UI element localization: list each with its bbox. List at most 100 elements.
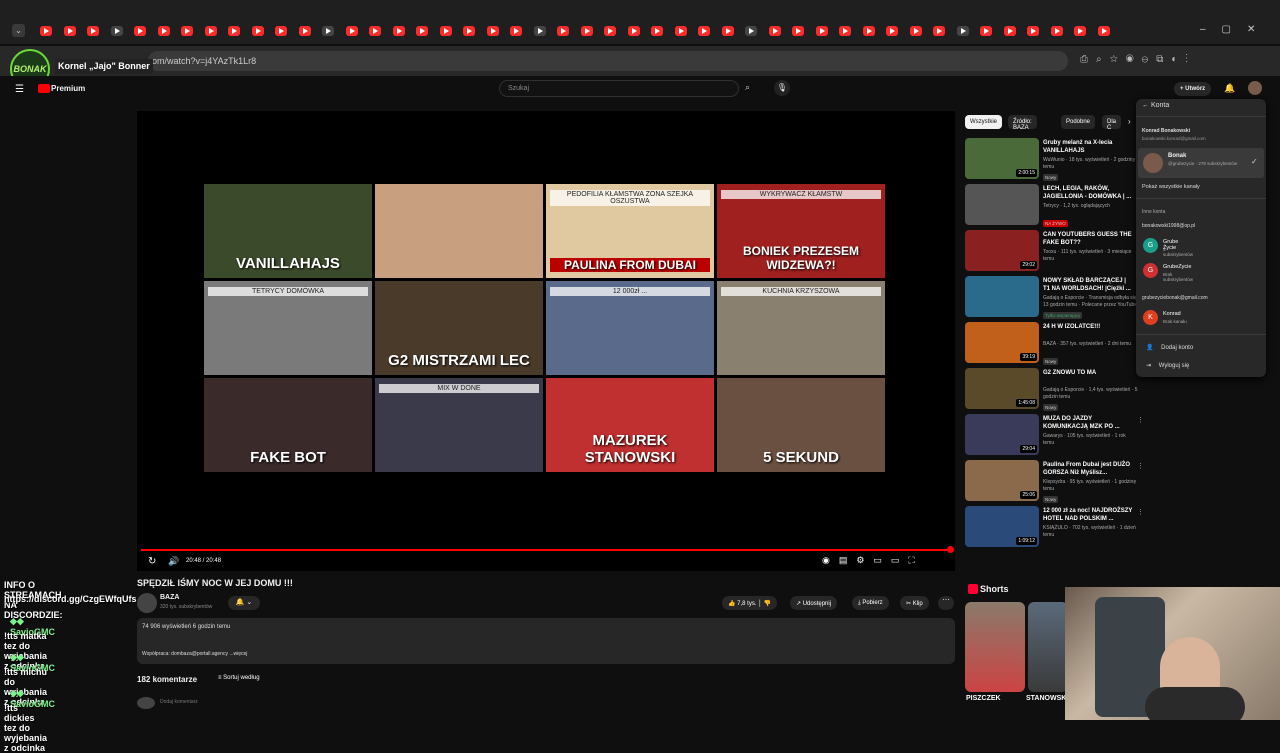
progress-bar[interactable] <box>141 549 951 551</box>
browser-tab[interactable] <box>956 26 969 36</box>
progress-scrubber[interactable] <box>947 546 954 553</box>
related-video-item[interactable]: 25:06 Paulina From Dubai jest DUŻO GORSZA… <box>965 460 1144 503</box>
replay-icon[interactable]: ↻ <box>148 556 156 567</box>
related-video-item[interactable]: NOWY SKŁAD BARCZĄCEJ | T1 NA WORLDSACH! … <box>965 276 1144 319</box>
related-video-item[interactable]: 29:04 MUZA DO JAZDY KOMUNIKACJĄ MZK PO ..… <box>965 414 1144 456</box>
filter-chip[interactable]: Wszystkie <box>965 115 1002 129</box>
browser-tab[interactable] <box>157 26 170 36</box>
show-all-channels-link[interactable]: Pokaż wszystkie kanały <box>1142 184 1200 190</box>
search-icon[interactable]: ⌕ <box>745 82 750 93</box>
clip-button[interactable]: ✂ Klip <box>900 596 929 610</box>
window-controls[interactable]: –▢✕ <box>1200 24 1280 38</box>
video-thumbnail[interactable] <box>965 276 1039 317</box>
tab-list-dropdown-icon[interactable]: ⌄ <box>12 24 25 37</box>
related-video-item[interactable]: 1:45:08 G2 ZNOWU TO MA Gadają o Esporcie ·… <box>965 368 1144 411</box>
video-thumbnail[interactable]: 1:45:08 <box>965 368 1039 409</box>
related-video-item[interactable]: 29:02 CAN YOUTUBERS GUESS THE FAKE BOT?? T… <box>965 230 1144 272</box>
browser-tab[interactable] <box>1097 26 1110 36</box>
browser-tab[interactable] <box>768 26 781 36</box>
browser-tab[interactable] <box>63 26 76 36</box>
related-video-item[interactable]: 39:19 24 H W IZOLATCE!!! BAZA · 357 tys. w… <box>965 322 1144 365</box>
video-thumbnail[interactable]: 1:09:12 <box>965 506 1039 547</box>
download-button[interactable]: ⤓ Pobierz <box>852 596 889 610</box>
logout-button[interactable]: ⇥ Wyloguj się <box>1146 362 1189 369</box>
youtube-logo-icon[interactable] <box>38 84 50 93</box>
browser-tab[interactable] <box>463 26 475 36</box>
like-button[interactable]: 👍 7,8 tys. │ 👎 <box>722 596 778 610</box>
account-row-name[interactable]: Konrad <box>1163 311 1181 317</box>
browser-tab[interactable] <box>580 26 593 36</box>
browser-tab[interactable] <box>345 26 358 36</box>
browser-tab[interactable] <box>134 26 146 36</box>
browser-tab[interactable] <box>110 26 123 36</box>
browser-tab[interactable] <box>510 26 522 36</box>
video-thumbnail[interactable]: 25:06 <box>965 460 1039 501</box>
more-options-icon[interactable]: ⋮ <box>1137 416 1144 424</box>
create-button[interactable]: + Utwórz <box>1174 82 1212 96</box>
browser-tab[interactable] <box>1027 26 1039 36</box>
channel-avatar[interactable] <box>137 593 157 613</box>
menu-icon[interactable]: ☰ <box>15 84 24 95</box>
browser-tab[interactable] <box>862 26 875 36</box>
browser-tab[interactable] <box>322 26 334 36</box>
notifications-bell-icon[interactable]: 🔔 <box>1224 83 1235 94</box>
browser-tab[interactable] <box>698 26 710 36</box>
microphone-icon[interactable]: 🎙 <box>774 80 790 96</box>
browser-tab[interactable] <box>439 26 452 36</box>
browser-tab[interactable] <box>1074 26 1086 36</box>
short-thumbnail[interactable] <box>965 602 1025 692</box>
sort-button[interactable]: ≡ Sortuj według <box>218 675 260 681</box>
related-video-item[interactable]: 1:09:12 12 000 zł za noc! NAJDROŻSZY HOTE… <box>965 506 1144 548</box>
browser-tab[interactable] <box>275 26 287 36</box>
browser-tab[interactable] <box>204 26 217 36</box>
browser-tab[interactable] <box>674 26 687 36</box>
browser-tab[interactable] <box>87 26 99 36</box>
video-thumbnail[interactable]: 29:04 <box>965 414 1039 455</box>
tab-strip[interactable] <box>0 0 1280 44</box>
browser-tab[interactable] <box>416 26 428 36</box>
url-field[interactable]: om/watch?v=j4YAzTk1Lr8 <box>148 51 1068 71</box>
browser-tab[interactable] <box>815 26 828 36</box>
avatar[interactable] <box>1248 81 1262 95</box>
account-row-name[interactable]: GrubeZycie <box>1163 264 1191 270</box>
browser-tab[interactable] <box>1050 26 1063 36</box>
related-video-item[interactable]: 2:00:15 Gruby melanż na X-lecia VANILLAHA… <box>965 138 1144 181</box>
description-box[interactable] <box>137 618 955 664</box>
more-actions-icon[interactable]: ⋯ <box>938 596 954 610</box>
browser-tab[interactable] <box>839 26 851 36</box>
video-thumbnail[interactable]: 39:19 <box>965 322 1039 363</box>
browser-tab[interactable] <box>228 26 240 36</box>
filter-chip[interactable]: Dla C <box>1102 115 1122 131</box>
browser-tab[interactable] <box>40 26 52 36</box>
browser-tab[interactable] <box>533 26 546 36</box>
browser-tab[interactable] <box>1003 26 1016 36</box>
video-thumbnail[interactable] <box>965 184 1039 225</box>
add-comment-input[interactable]: Dodaj komentarz <box>160 699 198 705</box>
player-control-icons[interactable]: ◉▤⚙▭▭⛶ <box>822 555 942 566</box>
browser-tab[interactable] <box>604 26 616 36</box>
add-account-button[interactable]: 👤 Dodaj konto <box>1146 344 1193 351</box>
browser-tab[interactable] <box>980 26 992 36</box>
video-thumbnail[interactable]: 2:00:15 <box>965 138 1039 179</box>
chevron-right-icon[interactable]: › <box>1128 117 1131 126</box>
video-thumbnail[interactable]: 29:02 <box>965 230 1039 271</box>
more-options-icon[interactable]: ⋮ <box>1137 462 1144 470</box>
search-input[interactable]: Szukaj <box>499 80 739 97</box>
browser-tab[interactable] <box>933 26 945 36</box>
browser-tab[interactable] <box>792 26 804 36</box>
browser-tab[interactable] <box>181 26 193 36</box>
browser-tab[interactable] <box>651 26 663 36</box>
short-thumbnail[interactable] <box>1028 602 1068 692</box>
browser-tab[interactable] <box>392 26 405 36</box>
share-button[interactable]: ↗ Udostępnij <box>790 596 838 610</box>
browser-tab[interactable] <box>745 26 757 36</box>
channel-name[interactable]: BAZA <box>160 594 179 601</box>
more-options-icon[interactable]: ⋮ <box>1137 508 1144 516</box>
browser-tab[interactable] <box>721 26 734 36</box>
browser-tab[interactable] <box>627 26 640 36</box>
browser-tab[interactable] <box>369 26 381 36</box>
browser-tab[interactable] <box>886 26 898 36</box>
browser-tab[interactable] <box>298 26 311 36</box>
menu-back-button[interactable]: ← Konta <box>1142 102 1169 109</box>
browser-tab[interactable] <box>486 26 499 36</box>
